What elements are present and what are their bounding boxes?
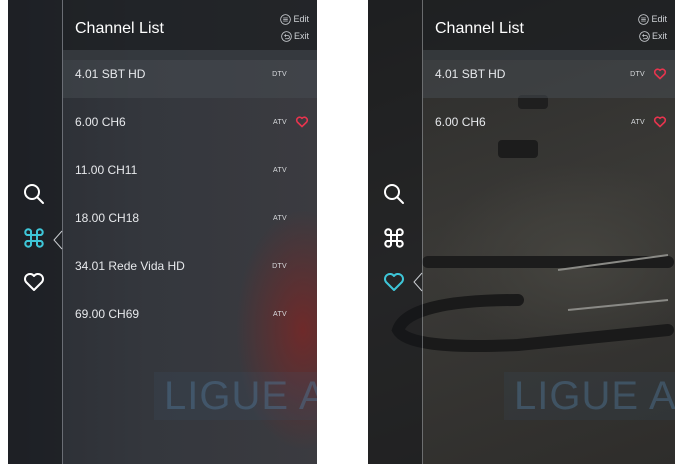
back-circle-icon xyxy=(639,30,650,42)
exit-button[interactable]: Exit xyxy=(281,30,309,42)
channel-row[interactable]: 34.01 Rede Vida HD DTV xyxy=(63,242,317,290)
channel-type: ATV xyxy=(631,118,645,126)
channel-type: ATV xyxy=(273,214,287,222)
background-ad-text: LIGUE AGO xyxy=(504,372,675,420)
channel-type: DTV xyxy=(272,70,287,78)
edit-label: Edit xyxy=(293,14,309,24)
channel-type: ATV xyxy=(273,166,287,174)
channel-name: 69.00 CH69 xyxy=(75,307,140,321)
channel-list: 4.01 SBT HD DTV 6.00 CH6 ATV 11.00 CH11 … xyxy=(63,50,317,338)
menu-circle-icon xyxy=(638,13,650,25)
favorite-heart-icon xyxy=(653,116,667,128)
channel-row[interactable]: 69.00 CH69 ATV xyxy=(63,290,317,338)
channel-list-panel-favorites: LIGUE AGO Channel List Edit Exit 4.01 SB… xyxy=(368,0,675,464)
channel-row[interactable]: 18.00 CH18 ATV xyxy=(63,194,317,242)
edit-button[interactable]: Edit xyxy=(638,13,667,25)
exit-label: Exit xyxy=(651,31,667,41)
heart-icon[interactable] xyxy=(382,270,406,294)
background-ad-text: LIGUE AGO xyxy=(154,372,317,420)
heart-icon[interactable] xyxy=(22,270,46,294)
favorite-heart-icon xyxy=(295,116,309,128)
page-title: Channel List xyxy=(435,20,524,37)
channel-type: DTV xyxy=(272,262,287,270)
exit-button[interactable]: Exit xyxy=(639,30,667,42)
channel-name: 6.00 CH6 xyxy=(435,115,486,129)
favorite-heart-icon xyxy=(653,68,667,80)
channel-type: ATV xyxy=(273,310,287,318)
search-icon[interactable] xyxy=(382,182,406,206)
channel-list-panel-all: LIGUE AGO Channel List Edit Exit 4.01 SB… xyxy=(8,0,317,464)
menu-circle-icon xyxy=(280,13,292,25)
search-icon[interactable] xyxy=(22,182,46,206)
edit-button[interactable]: Edit xyxy=(280,13,309,25)
channel-name: 4.01 SBT HD xyxy=(435,67,506,81)
channel-name: 18.00 CH18 xyxy=(75,211,140,225)
command-icon[interactable] xyxy=(382,226,406,250)
channel-type: ATV xyxy=(273,118,287,126)
channel-name: 34.01 Rede Vida HD xyxy=(75,259,185,273)
channel-row[interactable]: 6.00 CH6 ATV xyxy=(63,98,317,146)
nav-pointer xyxy=(53,230,63,250)
page-title: Channel List xyxy=(75,20,164,37)
channel-type: DTV xyxy=(630,70,645,78)
command-icon[interactable] xyxy=(22,226,46,250)
channel-list: 4.01 SBT HD DTV 6.00 CH6 ATV xyxy=(423,50,675,146)
channel-row[interactable]: 6.00 CH6 ATV xyxy=(423,98,675,146)
nav-pointer xyxy=(413,272,423,292)
back-circle-icon xyxy=(281,30,292,42)
channel-name: 6.00 CH6 xyxy=(75,115,126,129)
channel-name: 4.01 SBT HD xyxy=(75,67,146,81)
channel-row[interactable]: 4.01 SBT HD DTV xyxy=(423,50,675,98)
channel-row[interactable]: 11.00 CH11 ATV xyxy=(63,146,317,194)
channel-row[interactable]: 4.01 SBT HD DTV xyxy=(63,50,317,98)
exit-label: Exit xyxy=(293,31,309,41)
channel-name: 11.00 CH11 xyxy=(75,163,138,177)
edit-label: Edit xyxy=(651,14,667,24)
